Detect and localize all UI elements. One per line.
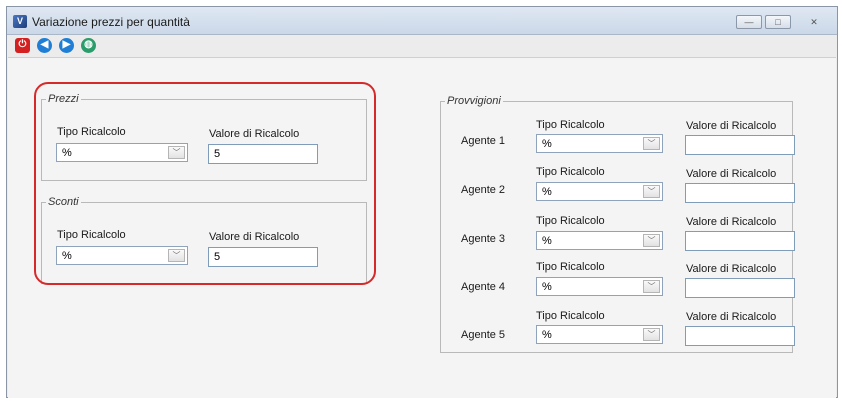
chevron-down-icon[interactable]: ﹀ — [168, 146, 185, 159]
agent-tipo-value: % — [542, 235, 552, 247]
prezzi-tipo-select[interactable]: % ﹀ — [56, 143, 188, 162]
agent-valore-input[interactable] — [685, 326, 795, 346]
agent-tipo-select[interactable]: % ﹀ — [536, 182, 663, 201]
sconti-tipo-select[interactable]: % ﹀ — [56, 246, 188, 265]
agent-name: Agente 1 — [461, 135, 506, 147]
sconti-tipo-label: Tipo Ricalcolo — [57, 229, 126, 241]
window-title: Variazione prezzi per quantità — [32, 15, 190, 29]
agent-valore-input[interactable] — [685, 231, 795, 251]
agent-tipo-select[interactable]: % ﹀ — [536, 325, 663, 344]
form-content: Prezzi Tipo Ricalcolo % ﹀ Valore di Rica… — [8, 57, 836, 398]
chevron-down-icon[interactable]: ﹀ — [643, 185, 660, 198]
prezzi-tipo-value: % — [62, 147, 72, 159]
agent-name: Agente 2 — [461, 184, 506, 196]
agent-tipo-label: Tipo Ricalcolo — [536, 119, 605, 131]
agent-tipo-value: % — [542, 138, 552, 150]
agent-tipo-value: % — [542, 186, 552, 198]
app-icon: V — [13, 15, 27, 28]
provvigioni-group: Provvigioni Agente 1 Tipo Ricalcolo % ﹀ … — [440, 95, 795, 353]
chevron-down-icon[interactable]: ﹀ — [643, 280, 660, 293]
chevron-down-icon[interactable]: ﹀ — [643, 328, 660, 341]
agent-valore-label: Valore di Ricalcolo — [686, 216, 777, 228]
agent-valore-input[interactable] — [685, 135, 795, 155]
toolbar: ⏻ ◀ ▶ ◍ — [7, 35, 837, 57]
agent-tipo-select[interactable]: % ﹀ — [536, 134, 663, 153]
sconti-legend: Sconti — [48, 196, 79, 208]
chevron-down-icon[interactable]: ﹀ — [643, 137, 660, 150]
agent-valore-label: Valore di Ricalcolo — [686, 263, 777, 275]
agent-name: Agente 4 — [461, 281, 506, 293]
app-window: V Variazione prezzi per quantità — □ ✕ ⏻… — [6, 6, 838, 398]
close-button[interactable]: ✕ — [795, 15, 833, 29]
agent-tipo-select[interactable]: % ﹀ — [536, 277, 663, 296]
power-icon[interactable]: ⏻ — [15, 38, 30, 53]
agent-valore-label: Valore di Ricalcolo — [686, 168, 777, 180]
agent-tipo-label: Tipo Ricalcolo — [536, 261, 605, 273]
sconti-group: Sconti Tipo Ricalcolo % ﹀ Valore di Rica… — [41, 196, 367, 284]
agent-tipo-value: % — [542, 329, 552, 341]
sconti-valore-label: Valore di Ricalcolo — [209, 231, 300, 243]
back-arrow-icon[interactable]: ◀ — [37, 38, 52, 53]
title-bar[interactable]: V Variazione prezzi per quantità — □ ✕ — [7, 7, 837, 35]
agent-tipo-select[interactable]: % ﹀ — [536, 231, 663, 250]
agent-tipo-label: Tipo Ricalcolo — [536, 215, 605, 227]
chevron-down-icon[interactable]: ﹀ — [643, 234, 660, 247]
agent-valore-label: Valore di Ricalcolo — [686, 311, 777, 323]
sconti-valore-input[interactable] — [208, 247, 318, 267]
agent-tipo-label: Tipo Ricalcolo — [536, 310, 605, 322]
maximize-button[interactable]: □ — [765, 15, 791, 29]
prezzi-legend: Prezzi — [48, 93, 79, 105]
globe-icon[interactable]: ◍ — [81, 38, 96, 53]
agent-valore-label: Valore di Ricalcolo — [686, 120, 777, 132]
agent-valore-input[interactable] — [685, 278, 795, 298]
minimize-button[interactable]: — — [736, 15, 762, 29]
agent-tipo-label: Tipo Ricalcolo — [536, 166, 605, 178]
prezzi-tipo-label: Tipo Ricalcolo — [57, 126, 126, 138]
provvigioni-legend: Provvigioni — [447, 95, 501, 107]
chevron-down-icon[interactable]: ﹀ — [168, 249, 185, 262]
prezzi-group: Prezzi Tipo Ricalcolo % ﹀ Valore di Rica… — [41, 93, 367, 181]
agent-valore-input[interactable] — [685, 183, 795, 203]
agent-tipo-value: % — [542, 281, 552, 293]
agent-name: Agente 5 — [461, 329, 506, 341]
forward-arrow-icon[interactable]: ▶ — [59, 38, 74, 53]
agent-name: Agente 3 — [461, 233, 506, 245]
sconti-tipo-value: % — [62, 250, 72, 262]
prezzi-valore-label: Valore di Ricalcolo — [209, 128, 300, 140]
prezzi-valore-input[interactable] — [208, 144, 318, 164]
